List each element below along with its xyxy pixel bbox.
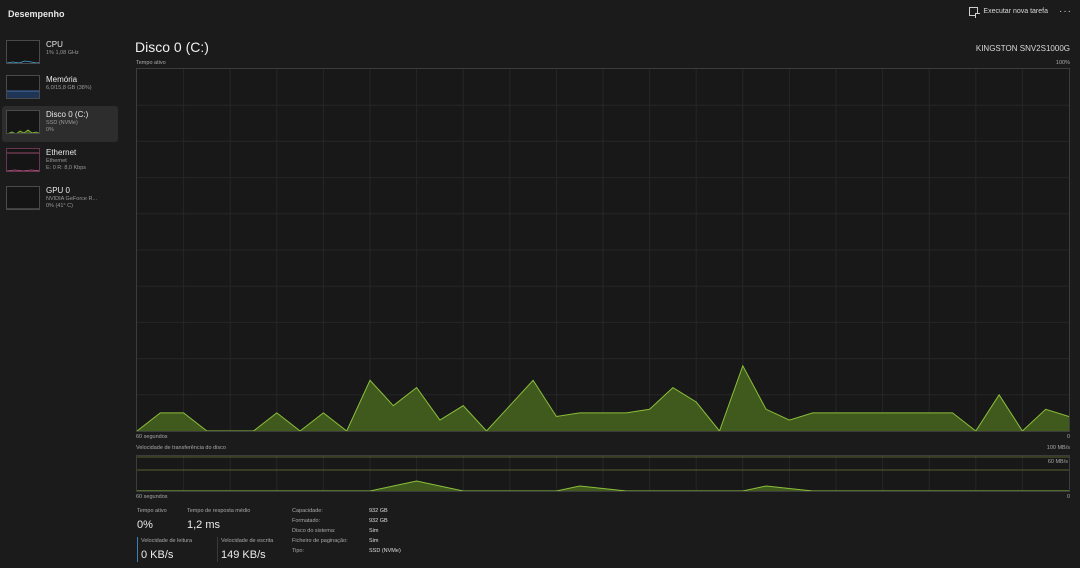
transfer-min-label: 0 <box>1066 494 1070 500</box>
device-title: Disco 0 (C:) <box>135 39 209 55</box>
memory-thumbnail-graph <box>6 75 40 99</box>
title-bar: Desempenho Executar nova tarefa ··· <box>0 0 1080 30</box>
write-speed-label: Velocidade de escrita <box>221 538 274 544</box>
active-time-stat-label: Tempo ativo <box>137 508 167 514</box>
run-new-task-button[interactable]: Executar nova tarefa <box>969 7 1048 18</box>
sidebar-item-detail-2: 0% (41° C) <box>46 203 73 209</box>
transfer-time-label: 60 segundos <box>136 494 168 500</box>
sidebar-item-gpu-0[interactable]: GPU 0 NVIDIA GeForce R... 0% (41° C) <box>2 182 118 218</box>
cpu-thumbnail-graph <box>6 40 40 64</box>
sidebar-item-label: Disco 0 (C:) <box>46 110 89 119</box>
property-key: Tipo: <box>292 548 305 554</box>
page-title: Desempenho <box>8 9 65 19</box>
transfer-rate-graph <box>136 455 1070 492</box>
sidebar-item-detail: NVIDIA GeForce R... <box>46 196 98 202</box>
sidebar-item-label: CPU <box>46 40 63 49</box>
disk-thumbnail-graph <box>6 110 40 134</box>
more-options-icon[interactable]: ··· <box>1059 6 1072 17</box>
property-key: Ficheiro de paginação: <box>292 538 348 544</box>
sidebar-item-detail: SSD (NVMe) <box>46 120 78 126</box>
sidebar-item-memory[interactable]: Memória 6,0/15,8 GB (38%) <box>2 71 118 107</box>
property-key: Capacidade: <box>292 508 323 514</box>
gpu-thumbnail-graph <box>6 186 40 210</box>
read-speed-label: Velocidade de leitura <box>141 538 193 544</box>
sidebar-item-label: GPU 0 <box>46 186 71 195</box>
sidebar-item-detail: 1% 1,08 GHz <box>46 50 79 56</box>
graph-label: Tempo ativo <box>136 60 166 66</box>
sidebar-item-disk-0[interactable]: Disco 0 (C:) SSD (NVMe) 0% <box>2 106 118 142</box>
graph-time-label: 60 segundos <box>136 434 168 440</box>
active-time-chart <box>136 69 1070 433</box>
sidebar: CPU 1% 1,08 GHz Memória 6,0/15,8 GB (38%… <box>0 34 120 568</box>
read-speed-value: 0 KB/s <box>141 549 174 561</box>
property-value: Sim <box>369 528 379 534</box>
new-task-icon <box>969 7 981 18</box>
transfer-marker-label: 60 MB/s <box>1047 459 1068 465</box>
sidebar-item-detail-2: E: 0 R: 8,0 Kbps <box>46 165 87 171</box>
property-key: Formatado: <box>292 518 321 524</box>
sidebar-item-label: Ethernet <box>46 148 77 157</box>
property-key: Disco do sistema: <box>292 528 336 534</box>
sidebar-item-cpu[interactable]: CPU 1% 1,08 GHz <box>2 36 118 72</box>
property-value: 932 GB <box>369 518 388 524</box>
response-time-stat-label: Tempo de resposta médio <box>187 508 251 514</box>
sidebar-item-label: Memória <box>46 75 78 84</box>
sidebar-item-detail-2: 0% <box>46 127 54 133</box>
active-time-graph <box>136 68 1070 433</box>
write-speed-value: 149 KB/s <box>221 549 266 561</box>
sidebar-item-ethernet[interactable]: Ethernet Ethernet E: 0 R: 8,0 Kbps <box>2 144 118 180</box>
read-speed-indicator <box>137 537 138 562</box>
active-time-stat-value: 0% <box>137 519 153 531</box>
transfer-graph-label: Velocidade de transferência do disco <box>136 445 226 451</box>
device-model: KINGSTON SNV2S1000G <box>975 44 1070 53</box>
sidebar-item-detail: Ethernet <box>46 158 67 164</box>
run-new-task-label: Executar nova tarefa <box>983 8 1048 15</box>
ethernet-thumbnail-graph <box>6 148 40 172</box>
transfer-graph-max-label: 100 MB/s <box>1046 445 1070 451</box>
sidebar-item-detail: 6,0/15,8 GB (38%) <box>46 85 92 91</box>
graph-min-label: 0 <box>1066 434 1070 440</box>
response-time-stat-value: 1,2 ms <box>187 519 221 531</box>
transfer-rate-chart <box>136 456 1070 492</box>
property-value: Sim <box>369 538 379 544</box>
write-speed-indicator <box>217 537 218 562</box>
property-value: 932 GB <box>369 508 388 514</box>
graph-max-label: 100% <box>1055 60 1070 66</box>
property-value: SSD (NVMe) <box>369 548 401 554</box>
